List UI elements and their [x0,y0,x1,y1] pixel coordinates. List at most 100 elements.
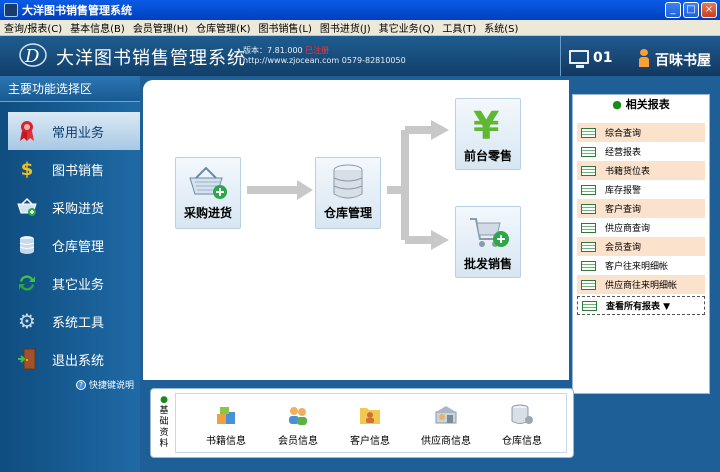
basic-item-warehouses[interactable]: 仓库信息 [492,404,552,447]
sidebar-item-label: 系统工具 [52,315,105,331]
grid-icon [581,165,596,176]
sidebar-item-other[interactable]: 其它业务 [0,264,140,302]
user-icon [639,49,649,67]
monitor-icon [569,50,589,68]
flow-purchase-label: 采购进货 [183,206,232,220]
report-item-stock-alert[interactable]: 库存报警 [577,180,705,199]
basic-item-books[interactable]: 书籍信息 [196,404,256,447]
terminal-info: 01 百味书屋 [560,36,720,76]
sidebar-item-warehouse[interactable]: 仓库管理 [0,226,140,264]
ribbon-icon [16,120,38,142]
menu-basic-info[interactable]: 基本信息(B) [66,20,129,35]
report-item-customer-ledger[interactable]: 客户往来明细帐 [577,256,705,275]
reports-title: ● 相关报表 [612,98,670,111]
grid-icon [581,241,596,252]
flow-retail[interactable]: ¥ 前台零售 [455,98,521,170]
website: http://www.zjocean.com [243,56,340,65]
grid-icon [581,222,596,233]
help-icon: ? [76,379,86,390]
report-item-book-location[interactable]: 书籍货位表 [577,161,705,180]
sidebar-item-exit[interactable]: 退出系统 [0,340,140,378]
basket-add-icon [16,196,38,218]
grid-icon [581,203,596,214]
books-icon [217,407,235,424]
main-area: 采购进货 仓库管理 ¥ 前台零售 批发销售 ● 相关报表 综合查询 经营报表 书… [140,76,720,472]
report-item-supplier-ledger[interactable]: 供应商往来明细帐 [577,275,705,294]
shortcut-help-link[interactable]: ? 快捷键说明 [76,378,134,391]
flow-warehouse-label: 仓库管理 [323,206,372,220]
flow-wholesale-box: 批发销售 [455,206,521,278]
help-label: 快捷键说明 [89,381,135,391]
app-icon [4,3,18,17]
svg-text:D: D [24,46,40,67]
basic-item-customers[interactable]: 客户信息 [340,404,400,447]
sidebar-item-label: 图书销售 [52,163,105,179]
supplier-icon [435,406,457,424]
sidebar-item-label: 退出系统 [52,353,105,369]
menu-member[interactable]: 会员管理(H) [129,20,192,35]
version-info: 版本：7.81.000 已注册 http://www.zjocean.com 0… [243,46,406,66]
sidebar-item-sales[interactable]: $ 图书销售 [0,150,140,188]
flow-warehouse[interactable]: 仓库管理 [315,157,381,229]
minimize-button[interactable]: _ [665,2,681,18]
basic-info-items: 书籍信息 会员信息 客户信息 供应商信息 仓库信息 [175,393,567,453]
menu-sales[interactable]: 图书销售(L) [255,20,316,35]
menu-query[interactable]: 查询/报表(C) [0,20,66,35]
grid-icon [582,300,597,311]
gear-icon: ⚙ [18,309,36,333]
flow-retail-label: 前台零售 [463,149,512,163]
sidebar-item-label: 采购进货 [52,201,105,217]
cart-add-icon [470,218,509,247]
menu-purchase[interactable]: 图书进货(J) [316,20,375,35]
menu-bar: 查询/报表(C) 基本信息(B) 会员管理(H) 仓库管理(K) 图书销售(L)… [0,20,720,36]
menu-warehouse[interactable]: 仓库管理(K) [192,20,254,35]
report-item-summary[interactable]: 综合查询 [577,123,705,142]
maximize-button[interactable]: □ [683,2,699,18]
sidebar-item-purchase[interactable]: 采购进货 [0,188,140,226]
exit-door-icon [16,348,38,370]
yen-icon: ¥ [473,105,499,143]
close-button[interactable]: × [701,2,717,18]
grid-icon [581,127,596,138]
shop-name: 百味书屋 [655,53,711,69]
sidebar-item-label: 仓库管理 [52,239,105,255]
dollar-icon: $ [20,158,34,180]
members-icon [289,407,307,425]
reports-list: 综合查询 经营报表 书籍货位表 库存报警 客户查询 供应商查询 会员查询 客户往… [577,123,705,315]
workflow-canvas: 采购进货 仓库管理 ¥ 前台零售 批发销售 [143,80,569,380]
refresh-icon [16,272,38,294]
menu-system[interactable]: 系统(S) [480,20,522,35]
sidebar-item-label: 其它业务 [52,277,105,293]
database-icon [333,164,363,199]
view-all-reports-button[interactable]: 查看所有报表 ▼ [577,296,705,315]
report-item-supplier[interactable]: 供应商查询 [577,218,705,237]
window-title: 大洋图书销售管理系统 [22,4,132,17]
report-item-business[interactable]: 经营报表 [577,142,705,161]
customer-folder-icon [360,408,380,424]
version-label: 版本：7.81.000 [243,46,303,55]
basic-item-members[interactable]: 会员信息 [268,404,328,447]
terminal-number: 01 [593,50,613,66]
basic-info-panel: ● 基础资料 书籍信息 会员信息 客户信息 供应商信息 仓库信息 [150,388,574,458]
phone: 0579-82810050 [341,56,406,65]
menu-other[interactable]: 其它业务(Q) [375,20,439,35]
basic-item-suppliers[interactable]: 供应商信息 [416,404,476,447]
flow-retail-box: ¥ 前台零售 [455,98,521,170]
sidebar-item-common[interactable]: 常用业务 [8,112,140,150]
flow-purchase-box: 采购进货 [175,157,241,229]
flow-warehouse-box: 仓库管理 [315,157,381,229]
flow-wholesale[interactable]: 批发销售 [455,206,521,278]
warehouse-db-icon [511,404,533,424]
sidebar-item-label: 常用业务 [52,125,105,141]
sidebar-item-tools[interactable]: ⚙ 系统工具 [0,302,140,340]
grid-icon [581,260,596,271]
menu-tools[interactable]: 工具(T) [438,20,480,35]
grid-icon [581,279,596,290]
report-item-member[interactable]: 会员查询 [577,237,705,256]
flow-wholesale-label: 批发销售 [463,257,512,271]
report-item-customer[interactable]: 客户查询 [577,199,705,218]
flow-purchase[interactable]: 采购进货 [175,157,241,229]
sidebar-title: 主要功能选择区 [0,76,140,102]
sidebar: 主要功能选择区 常用业务 $ 图书销售 采购进货 仓库管理 其它业务 ⚙ 系统工… [0,76,140,472]
grid-icon [581,184,596,195]
